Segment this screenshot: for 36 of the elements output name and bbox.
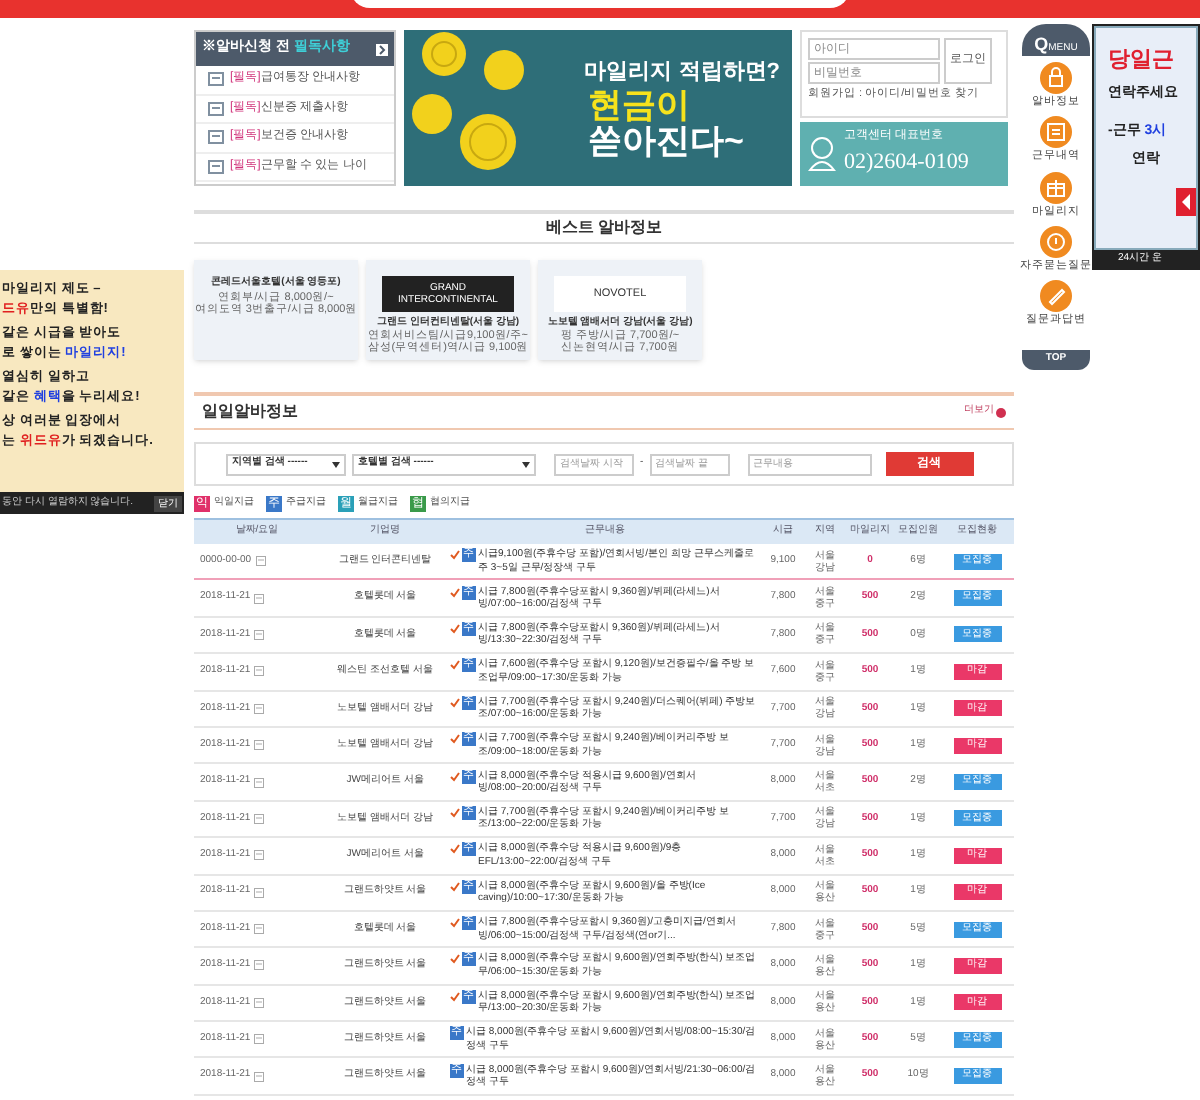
lock-icon [1040,62,1072,94]
support-phone: 02)2604-0109 [844,148,969,179]
pencil-icon [1040,280,1072,312]
section-title: 베스트 알바정보 [545,216,663,240]
calendar-icon [254,1034,265,1045]
caret-icon [332,461,340,467]
gift-icon [1040,171,1072,203]
calendar-icon [254,666,265,677]
calendar-icon [254,960,265,971]
person-icon [808,136,836,172]
calendar-icon [254,887,265,898]
document-icon [208,72,224,87]
document-icon [208,130,224,145]
calendar-icon [255,556,266,567]
calendar-icon [254,813,265,824]
list-icon [1040,116,1072,149]
calendar-icon [254,997,265,1008]
arrow-icon [1176,188,1196,216]
calendar-icon [254,777,265,788]
calendar-icon [254,1071,265,1082]
calendar-icon [254,593,265,604]
banner-headline: 마일리지 적립하면? [584,57,780,88]
banner-text: 쏟아진다~ [588,124,746,161]
calendar-icon [254,740,265,751]
calendar-icon [254,924,265,935]
calendar-icon [254,629,265,640]
calendar-icon [254,850,265,861]
ad-title: 당일근 [1108,46,1176,76]
calendar-icon [254,703,265,714]
banner-text: 현금이 [588,88,692,125]
arrow-icon [376,43,388,55]
alert-icon [1040,225,1072,258]
document-icon [208,101,224,116]
document-icon [208,159,224,174]
caret-icon [522,461,530,467]
section-title: 일일알바정보 [202,400,298,424]
